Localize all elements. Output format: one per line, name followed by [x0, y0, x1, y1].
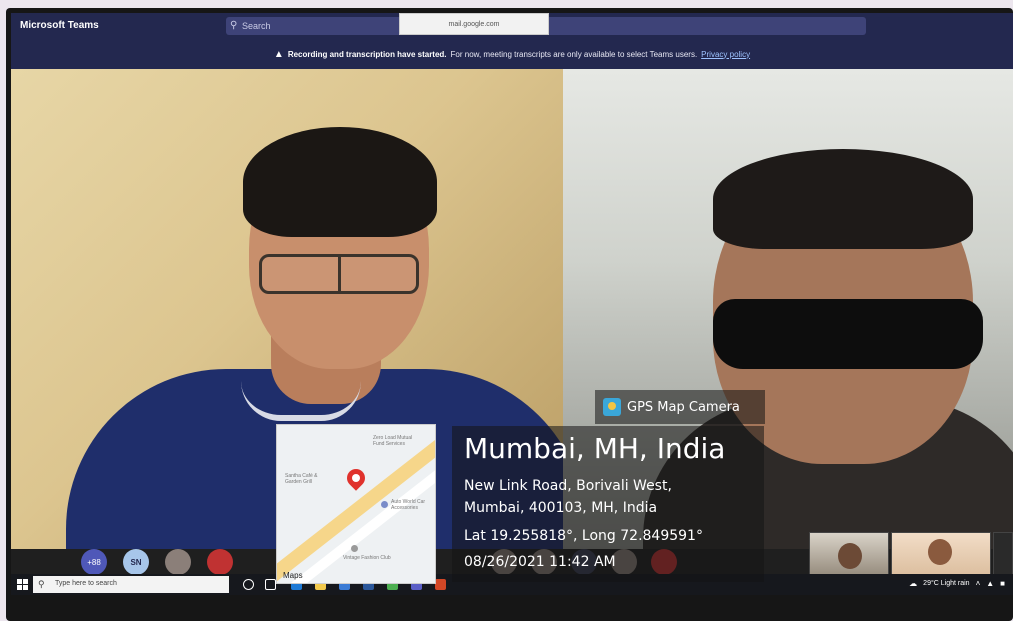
app-title: Microsoft Teams — [20, 20, 99, 31]
map-poi-label: Santha Café & Garden Grill — [285, 473, 318, 485]
gps-brand-label: GPS Map Camera — [627, 399, 740, 415]
participant-sunglasses — [713, 299, 983, 369]
privacy-policy-link[interactable]: Privacy policy — [701, 50, 750, 59]
participant-hair — [713, 149, 973, 249]
url-tooltip: mail.google.com — [399, 13, 549, 35]
map-poi-icon — [381, 501, 388, 508]
weather-icon: ☁ — [909, 579, 918, 588]
taskbar-search-placeholder: Type here to search — [55, 580, 117, 587]
banner-text: For now, meeting transcripts are only av… — [450, 49, 698, 59]
participant-avatar[interactable] — [165, 549, 191, 575]
powerpoint-icon[interactable] — [435, 579, 446, 590]
warning-icon: ▲ — [273, 48, 284, 60]
maps-brand: Maps — [283, 571, 303, 580]
map-poi-icon — [351, 545, 358, 552]
teams-titlebar: Microsoft Teams ⚲ Search mail.google.com — [11, 13, 1013, 39]
participant-avatar[interactable] — [207, 549, 233, 575]
search-icon: ⚲ — [38, 579, 45, 589]
network-icon[interactable]: ▲ — [986, 579, 994, 588]
gps-info-panel: Mumbai, MH, India New Link Road, Borival… — [452, 426, 764, 582]
participant-hair — [243, 127, 437, 237]
search-icon: ⚲ — [230, 20, 238, 31]
gps-address-line1: New Link Road, Borivali West, — [464, 478, 672, 494]
weather-text[interactable]: 29°C Light rain — [923, 580, 969, 587]
recording-banner: ▲ Recording and transcription have start… — [11, 39, 1013, 69]
gps-address-line2: Mumbai, 400103, MH, India — [464, 500, 658, 516]
gps-city: Mumbai, MH, India — [464, 432, 726, 465]
map-poi-label: Zero Load Mutual Fund Services — [373, 435, 413, 447]
gps-camera-brand: GPS Map Camera — [595, 390, 765, 424]
system-tray: ☁ 29°C Light rain ˄ ▲ ■ — [909, 579, 1005, 588]
more-participants-button[interactable]: +88 — [81, 549, 107, 575]
taskbar-search-input[interactable]: ⚲ Type here to search — [33, 576, 229, 593]
map-poi-label: Auto World Car Accessories — [391, 499, 426, 511]
search-placeholder: Search — [242, 21, 271, 31]
gps-coordinates: Lat 19.255818°, Long 72.849591° — [464, 528, 703, 544]
gps-datetime: 08/26/2021 11:42 AM — [464, 554, 616, 570]
map-thumbnail: Zero Load Mutual Fund Services Santha Ca… — [276, 424, 436, 584]
participant-avatar-sn[interactable]: SN — [123, 549, 149, 575]
participant-face — [838, 543, 862, 569]
participant-glasses — [259, 254, 419, 294]
gps-camera-icon — [603, 398, 621, 416]
chevron-up-icon[interactable]: ˄ — [976, 579, 981, 588]
task-view-icon[interactable] — [265, 579, 276, 590]
location-pin-icon — [343, 465, 369, 491]
cortana-icon[interactable] — [243, 579, 254, 590]
participant-face — [928, 539, 952, 565]
banner-bold-text: Recording and transcription have started… — [287, 49, 447, 59]
map-poi-label: Vintage Fashion Club — [343, 555, 391, 561]
windows-start-icon[interactable] — [17, 579, 28, 590]
volume-icon[interactable]: ■ — [1000, 579, 1005, 588]
